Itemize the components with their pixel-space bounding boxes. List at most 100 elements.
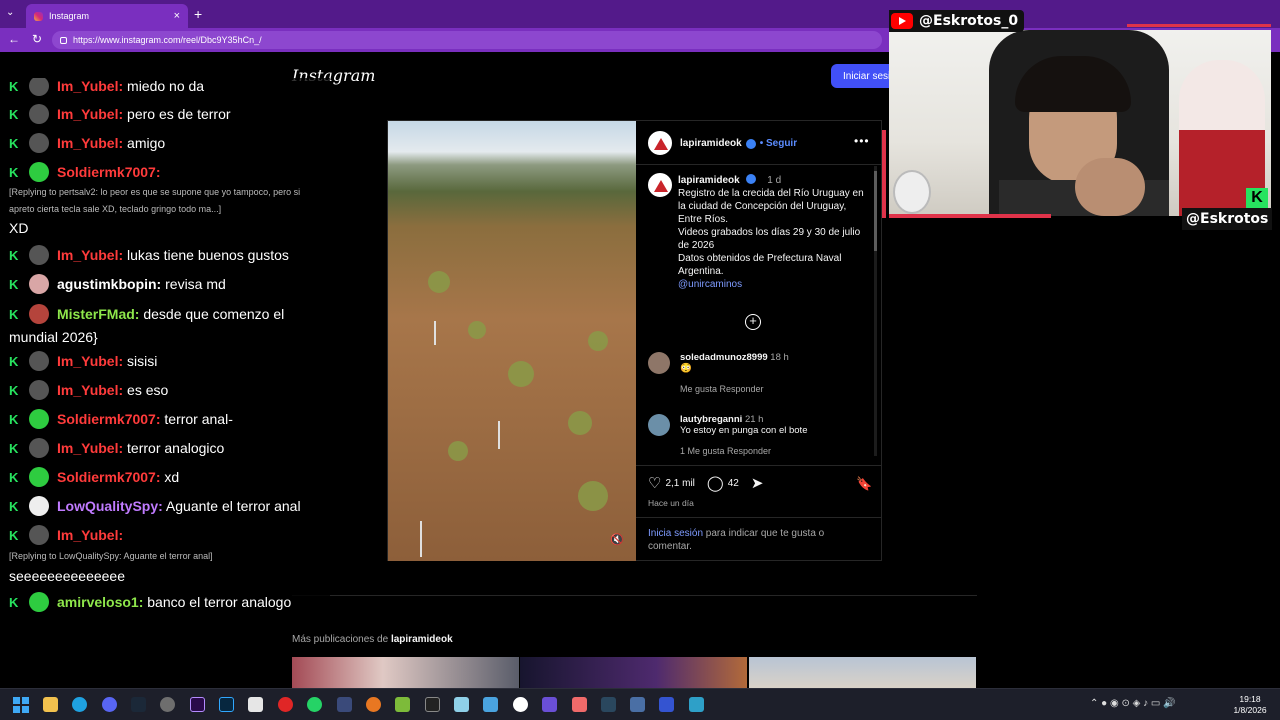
app-icon[interactable] (630, 697, 645, 712)
kick-badge-icon: K (9, 354, 19, 369)
chibi-figure (893, 170, 931, 214)
premiere-icon[interactable] (190, 697, 205, 712)
chat-text: xd (160, 469, 180, 485)
youtube-handle-tag: @Eskrotos_0 (889, 10, 1025, 32)
app-icon[interactable] (689, 697, 704, 712)
chat-text: miedo no da (123, 78, 205, 94)
webcam-overlay (889, 30, 1271, 216)
overlay-accent-line (1127, 24, 1271, 27)
author-avatar[interactable] (648, 131, 672, 155)
more-posts-user[interactable]: lapiramideok (391, 634, 453, 645)
commenter-avatar[interactable] (648, 352, 670, 374)
chat-message: K Im_Yubel: terror analogico (9, 438, 327, 458)
comments-scrollbar-thumb[interactable] (874, 171, 877, 251)
comment-text: Yo estoy en punga con el bote (680, 425, 808, 436)
stream-chat-overlay: K Im_Yubel: miedo no da K Im_Yubel: pero e… (0, 78, 330, 616)
chat-avatar (29, 592, 49, 612)
comment-time: 21 h (744, 414, 764, 425)
load-more-comments-icon[interactable]: + (745, 314, 761, 330)
windows-start-icon[interactable] (13, 697, 29, 713)
chat-message: K Im_Yubel: es eso (9, 380, 327, 400)
kick-badge-icon: K (9, 136, 19, 151)
back-arrow-icon[interactable]: ← (8, 32, 20, 46)
steam-icon[interactable] (601, 697, 616, 712)
app-icon[interactable] (425, 697, 440, 712)
caption: lapiramideok 1 d Registro de la crecida … (648, 173, 870, 291)
file-explorer-icon[interactable] (43, 697, 58, 712)
tab-list-chevron-icon[interactable]: ⌄ (6, 7, 14, 18)
chat-message: K Im_Yubel: pero es de terror (9, 104, 327, 124)
app-icon[interactable] (454, 697, 469, 712)
app-icon[interactable] (542, 697, 557, 712)
caption-mention-link[interactable]: @unircaminos (678, 278, 868, 291)
kick-badge-icon: K (9, 441, 19, 456)
system-tray[interactable]: ⌃ ● ◉ ⊙ ◈ ♪ ▭ 🔊 (1090, 698, 1176, 709)
caption-author-avatar[interactable] (648, 173, 672, 197)
chat-avatar (29, 380, 49, 400)
kick-handle: @Eskrotos (1186, 211, 1269, 227)
more-options-icon[interactable]: ••• (854, 134, 870, 148)
notes-icon[interactable] (483, 697, 498, 712)
more-post-thumbnail[interactable] (749, 657, 976, 688)
url-field[interactable]: https://www.instagram.com/reel/Dbc9Y35hC… (52, 31, 882, 49)
comment-actions[interactable]: 1 Me gusta Responder (680, 446, 870, 456)
reel-video[interactable]: 🔇 (388, 121, 636, 561)
chat-message: K Soldiermk7007: (9, 162, 327, 182)
app-icon[interactable] (160, 697, 175, 712)
tab-instagram[interactable]: Instagram × (26, 4, 188, 28)
app-icon[interactable] (366, 697, 381, 712)
chat-avatar (29, 133, 49, 153)
video-tree (588, 331, 608, 351)
bookmark-icon[interactable]: 🔖 (856, 476, 872, 492)
caption-author[interactable]: lapiramideok (678, 175, 740, 186)
more-post-thumbnail[interactable] (520, 657, 747, 688)
like-count: 2,1 mil (665, 477, 695, 489)
app-icon[interactable] (572, 697, 587, 712)
chat-avatar (29, 304, 49, 324)
comment-bubble-icon[interactable]: ◯ (707, 474, 724, 492)
follow-button[interactable]: • Seguir (760, 138, 797, 149)
app-icon[interactable] (337, 697, 352, 712)
chat-text: desde que comenzo el mundial 2026} (9, 306, 285, 345)
record-icon[interactable] (278, 697, 293, 712)
chat-user: Im_Yubel: (57, 247, 124, 263)
login-link[interactable]: Inicia sesión (648, 528, 703, 539)
close-tab-icon[interactable]: × (174, 10, 180, 22)
media-player-icon[interactable] (659, 697, 674, 712)
whatsapp-icon[interactable] (307, 697, 322, 712)
chat-message: K Im_Yubel: (9, 525, 327, 545)
capcut-icon[interactable] (248, 697, 263, 712)
chat-avatar (29, 78, 49, 96)
site-info-icon[interactable] (60, 36, 67, 44)
chat-reply-context: [Replying to pertsalv2: lo peor es que s… (9, 187, 301, 214)
steam-icon[interactable] (131, 697, 146, 712)
comment-user[interactable]: soledadmunoz8999 (680, 352, 768, 363)
author-name[interactable]: lapiramideok (680, 138, 742, 149)
settings-icon[interactable] (513, 697, 528, 712)
comment-user[interactable]: lautybreganni (680, 414, 742, 425)
chat-user: Soldiermk7007: (57, 411, 161, 427)
chat-avatar (29, 104, 49, 124)
chat-reply-text: seeeeeeeeeeeeee (9, 568, 126, 584)
chat-reply-context: [Replying to LowQualitySpy: Aguante el t… (9, 551, 213, 561)
app-icon[interactable] (395, 697, 410, 712)
commenter-avatar[interactable] (648, 414, 670, 436)
chat-text: Aguante el terror anal (162, 498, 301, 514)
kick-badge-icon: K (9, 165, 19, 180)
discord-icon[interactable] (102, 697, 117, 712)
comment-actions[interactable]: Me gusta Responder (680, 384, 870, 394)
photoshop-icon[interactable] (219, 697, 234, 712)
more-posts-prefix: Más publicaciones de (292, 634, 391, 645)
more-post-thumbnail[interactable] (292, 657, 519, 688)
like-heart-icon[interactable]: ♡ (648, 474, 661, 492)
post-actions: ♡ 2,1 mil ◯ 42 ➤ (648, 474, 873, 492)
new-tab-button[interactable]: + (194, 6, 202, 22)
section-divider (292, 595, 977, 596)
clock[interactable]: 19:18 1/8/2026 (1228, 694, 1272, 716)
chat-avatar (29, 496, 49, 516)
reload-icon[interactable]: ↻ (32, 32, 42, 46)
muted-speaker-icon[interactable]: 🔇 (610, 533, 624, 546)
comment-time: 18 h (770, 352, 789, 363)
edge-icon[interactable] (72, 697, 87, 712)
share-send-icon[interactable]: ➤ (751, 474, 764, 492)
